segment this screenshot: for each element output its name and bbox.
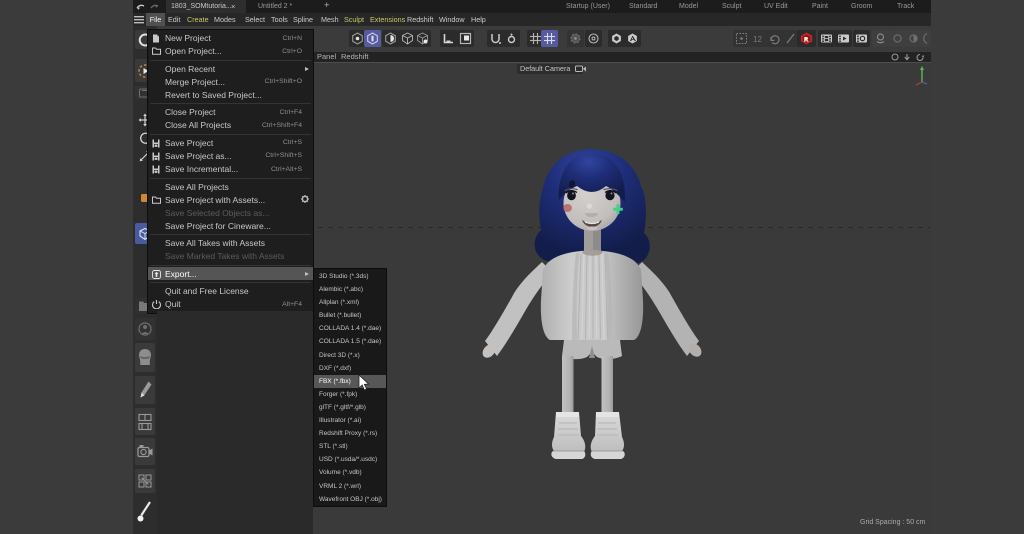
svg-text:12: 12 <box>753 35 762 44</box>
